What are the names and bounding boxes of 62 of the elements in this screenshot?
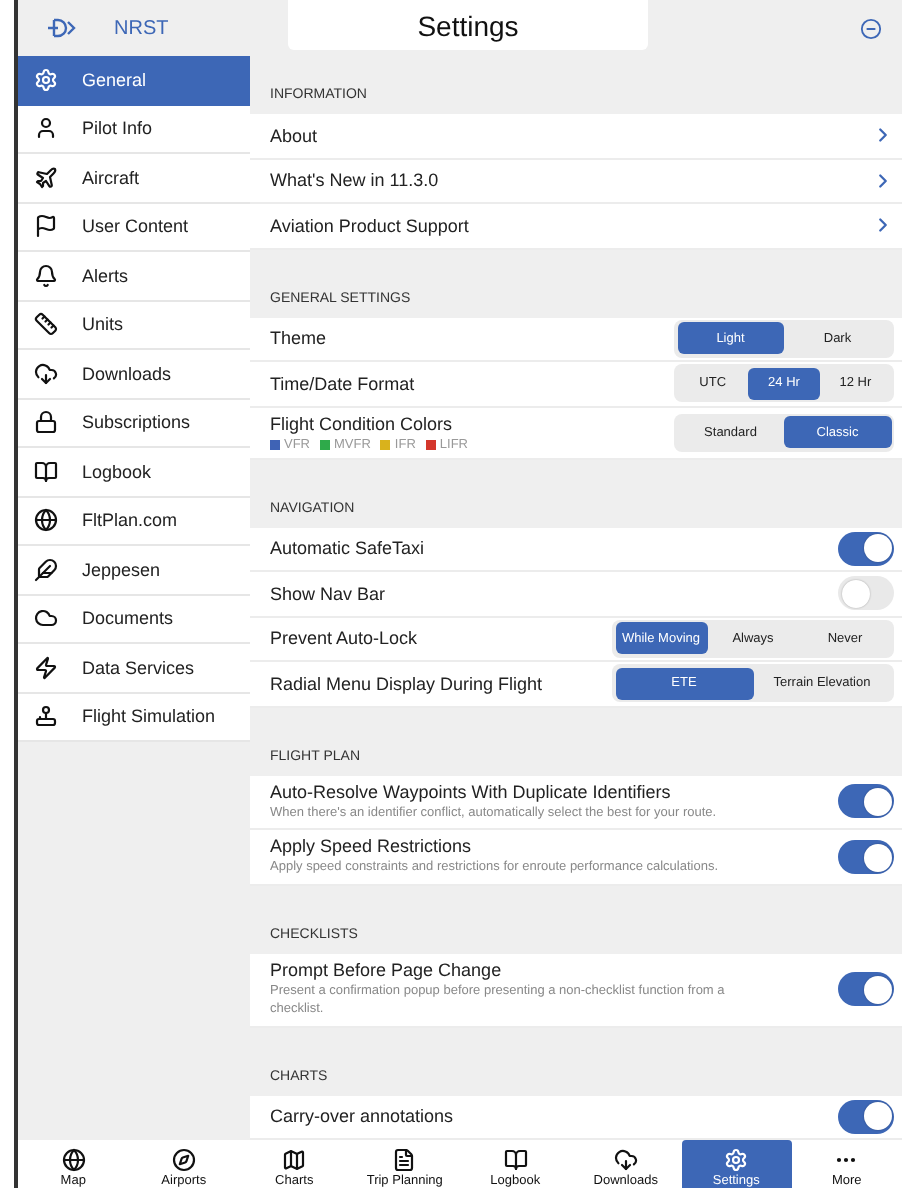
toggle-switch[interactable] bbox=[838, 531, 894, 566]
toggle-switch[interactable] bbox=[838, 784, 894, 819]
sidebar-item[interactable]: Downloads bbox=[18, 350, 250, 399]
settings-link-row[interactable]: Aviation Product Support bbox=[250, 204, 902, 249]
flag-icon bbox=[34, 214, 58, 239]
setting-label: Prompt Before Page Change bbox=[270, 960, 504, 981]
setting-label: Carry-over annotations bbox=[270, 1106, 456, 1127]
ruler-icon bbox=[34, 312, 58, 337]
settings-link-row[interactable]: About bbox=[250, 114, 902, 159]
sidebar-item[interactable]: Units bbox=[18, 301, 250, 350]
page-title: Settings bbox=[288, 0, 648, 50]
bell-icon bbox=[34, 263, 58, 288]
feather-icon bbox=[34, 557, 58, 582]
cloud-icon bbox=[34, 606, 58, 631]
setting-label: Time/Date Format bbox=[270, 373, 417, 394]
cloud-download-icon bbox=[34, 361, 58, 386]
gear-icon bbox=[724, 1148, 749, 1172]
route-icon[interactable] bbox=[46, 18, 78, 38]
setting-label: Prevent Auto-Lock bbox=[270, 628, 420, 649]
setting-label: Apply Speed Restrictions bbox=[270, 836, 474, 857]
sidebar-item[interactable]: Subscriptions bbox=[18, 399, 250, 448]
sidebar-item[interactable]: User Content bbox=[18, 203, 250, 252]
toggle-switch[interactable] bbox=[838, 1099, 894, 1134]
sidebar-item[interactable]: Aircraft bbox=[18, 154, 250, 203]
cloud-download-icon bbox=[613, 1148, 638, 1172]
lightning-icon bbox=[34, 655, 58, 680]
globe-icon bbox=[34, 508, 58, 533]
setting-label: Automatic SafeTaxi bbox=[270, 538, 427, 559]
globe-icon bbox=[61, 1148, 86, 1172]
setting-label: About bbox=[270, 125, 320, 146]
toggle-switch[interactable] bbox=[838, 972, 894, 1007]
setting-label: Aviation Product Support bbox=[270, 215, 471, 236]
sidebar-item[interactable]: Jeppesen bbox=[18, 546, 250, 595]
minus-circle-icon[interactable] bbox=[860, 17, 882, 39]
settings-link-row[interactable]: What's New in 11.3.0 bbox=[250, 159, 902, 204]
sidebar-item[interactable]: General bbox=[18, 56, 250, 105]
setting-label: Theme bbox=[270, 328, 329, 349]
sidebar-item[interactable]: FltPlan.com bbox=[18, 497, 250, 546]
lock-icon bbox=[34, 410, 58, 435]
joystick-icon bbox=[34, 704, 58, 729]
book-icon bbox=[503, 1148, 528, 1172]
airplane-icon bbox=[34, 165, 58, 190]
setting-label: Auto-Resolve Waypoints With Duplicate Identifiers bbox=[270, 781, 673, 801]
setting-label: Flight Condition Colors bbox=[270, 413, 455, 433]
compass-icon bbox=[171, 1148, 196, 1172]
book-icon bbox=[34, 459, 58, 484]
person-icon bbox=[34, 116, 58, 141]
map-icon bbox=[282, 1148, 307, 1172]
sidebar-item[interactable]: Data Services bbox=[18, 644, 250, 693]
nearest-button[interactable]: NRST bbox=[114, 17, 169, 39]
sidebar-item[interactable]: Logbook bbox=[18, 448, 250, 497]
sidebar-item[interactable]: Documents bbox=[18, 595, 250, 644]
gear-icon bbox=[34, 67, 58, 92]
setting-label: Show Nav Bar bbox=[270, 583, 388, 604]
setting-label: Radial Menu Display During Flight bbox=[270, 673, 545, 694]
sidebar-item[interactable]: Pilot Info bbox=[18, 105, 250, 154]
toggle-switch[interactable] bbox=[838, 576, 894, 611]
sidebar-item[interactable]: Alerts bbox=[18, 252, 250, 301]
document-icon bbox=[392, 1148, 417, 1172]
toggle-switch[interactable] bbox=[838, 840, 894, 875]
sidebar-item[interactable]: Flight Simulation bbox=[18, 693, 250, 742]
setting-label: What's New in 11.3.0 bbox=[270, 170, 441, 191]
